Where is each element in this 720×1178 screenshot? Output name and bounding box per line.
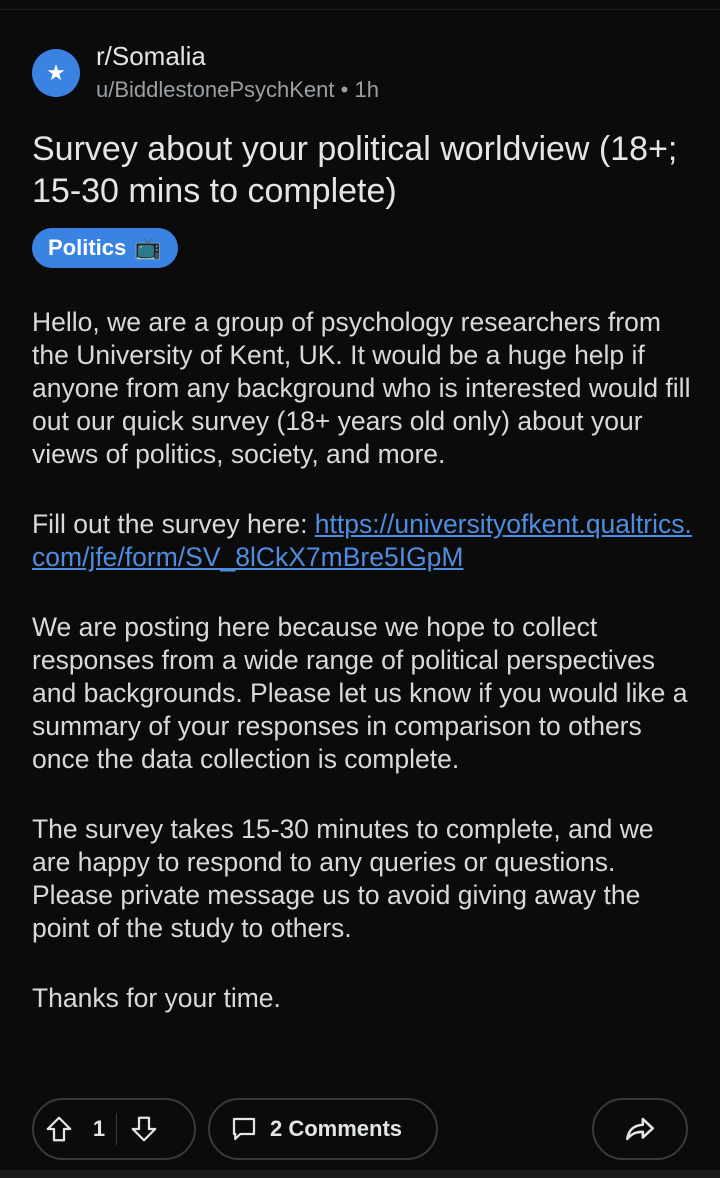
post-actions: 1 2 Comments	[32, 1098, 688, 1164]
vote-separator	[116, 1113, 117, 1145]
body-paragraph-5: Thanks for your time.	[32, 983, 281, 1013]
post-title[interactable]: Survey about your political worldview (1…	[32, 128, 692, 212]
downvote-arrow-icon	[131, 1116, 157, 1142]
television-icon: 📺	[134, 235, 162, 260]
post-body: Hello, we are a group of psychology rese…	[32, 306, 692, 1052]
upvote-arrow-icon	[46, 1116, 72, 1142]
flair-label: Politics	[48, 235, 127, 260]
byline-separator: •	[340, 77, 349, 102]
vote-count: 1	[92, 1116, 106, 1141]
post-card: ★ r/Somalia u/BiddlestonePsychKent • 1h …	[0, 10, 720, 1170]
upvote-button[interactable]	[34, 1104, 84, 1154]
vote-control: 1	[32, 1098, 196, 1160]
downvote-button[interactable]	[119, 1104, 169, 1154]
star-icon: ★	[46, 60, 66, 85]
subreddit-name[interactable]: r/Somalia	[96, 40, 379, 72]
body-paragraph-3: We are posting here because we hope to c…	[32, 612, 688, 774]
survey-link-prefix: Fill out the survey here:	[32, 509, 315, 539]
comments-button[interactable]: 2 Comments	[208, 1098, 438, 1160]
post-meta: r/Somalia u/BiddlestonePsychKent • 1h	[96, 40, 379, 106]
comments-label: 2 Comments	[270, 1116, 403, 1141]
share-button[interactable]	[592, 1098, 688, 1160]
post-time: 1h	[354, 77, 379, 102]
post-header: ★ r/Somalia u/BiddlestonePsychKent • 1h	[32, 38, 379, 108]
bottom-divider	[0, 1170, 720, 1178]
post-flair[interactable]: Politics 📺	[32, 228, 178, 268]
author-name[interactable]: u/BiddlestonePsychKent	[96, 77, 335, 102]
body-paragraph-1: Hello, we are a group of psychology rese…	[32, 307, 691, 469]
body-paragraph-2: Fill out the survey here: https://univer…	[32, 508, 692, 574]
body-paragraph-4: The survey takes 15-30 minutes to comple…	[32, 814, 654, 943]
subreddit-avatar[interactable]: ★	[32, 49, 80, 97]
comment-bubble-icon	[222, 1104, 266, 1154]
post-byline: u/BiddlestonePsychKent • 1h	[96, 74, 379, 106]
share-arrow-icon	[625, 1117, 655, 1141]
